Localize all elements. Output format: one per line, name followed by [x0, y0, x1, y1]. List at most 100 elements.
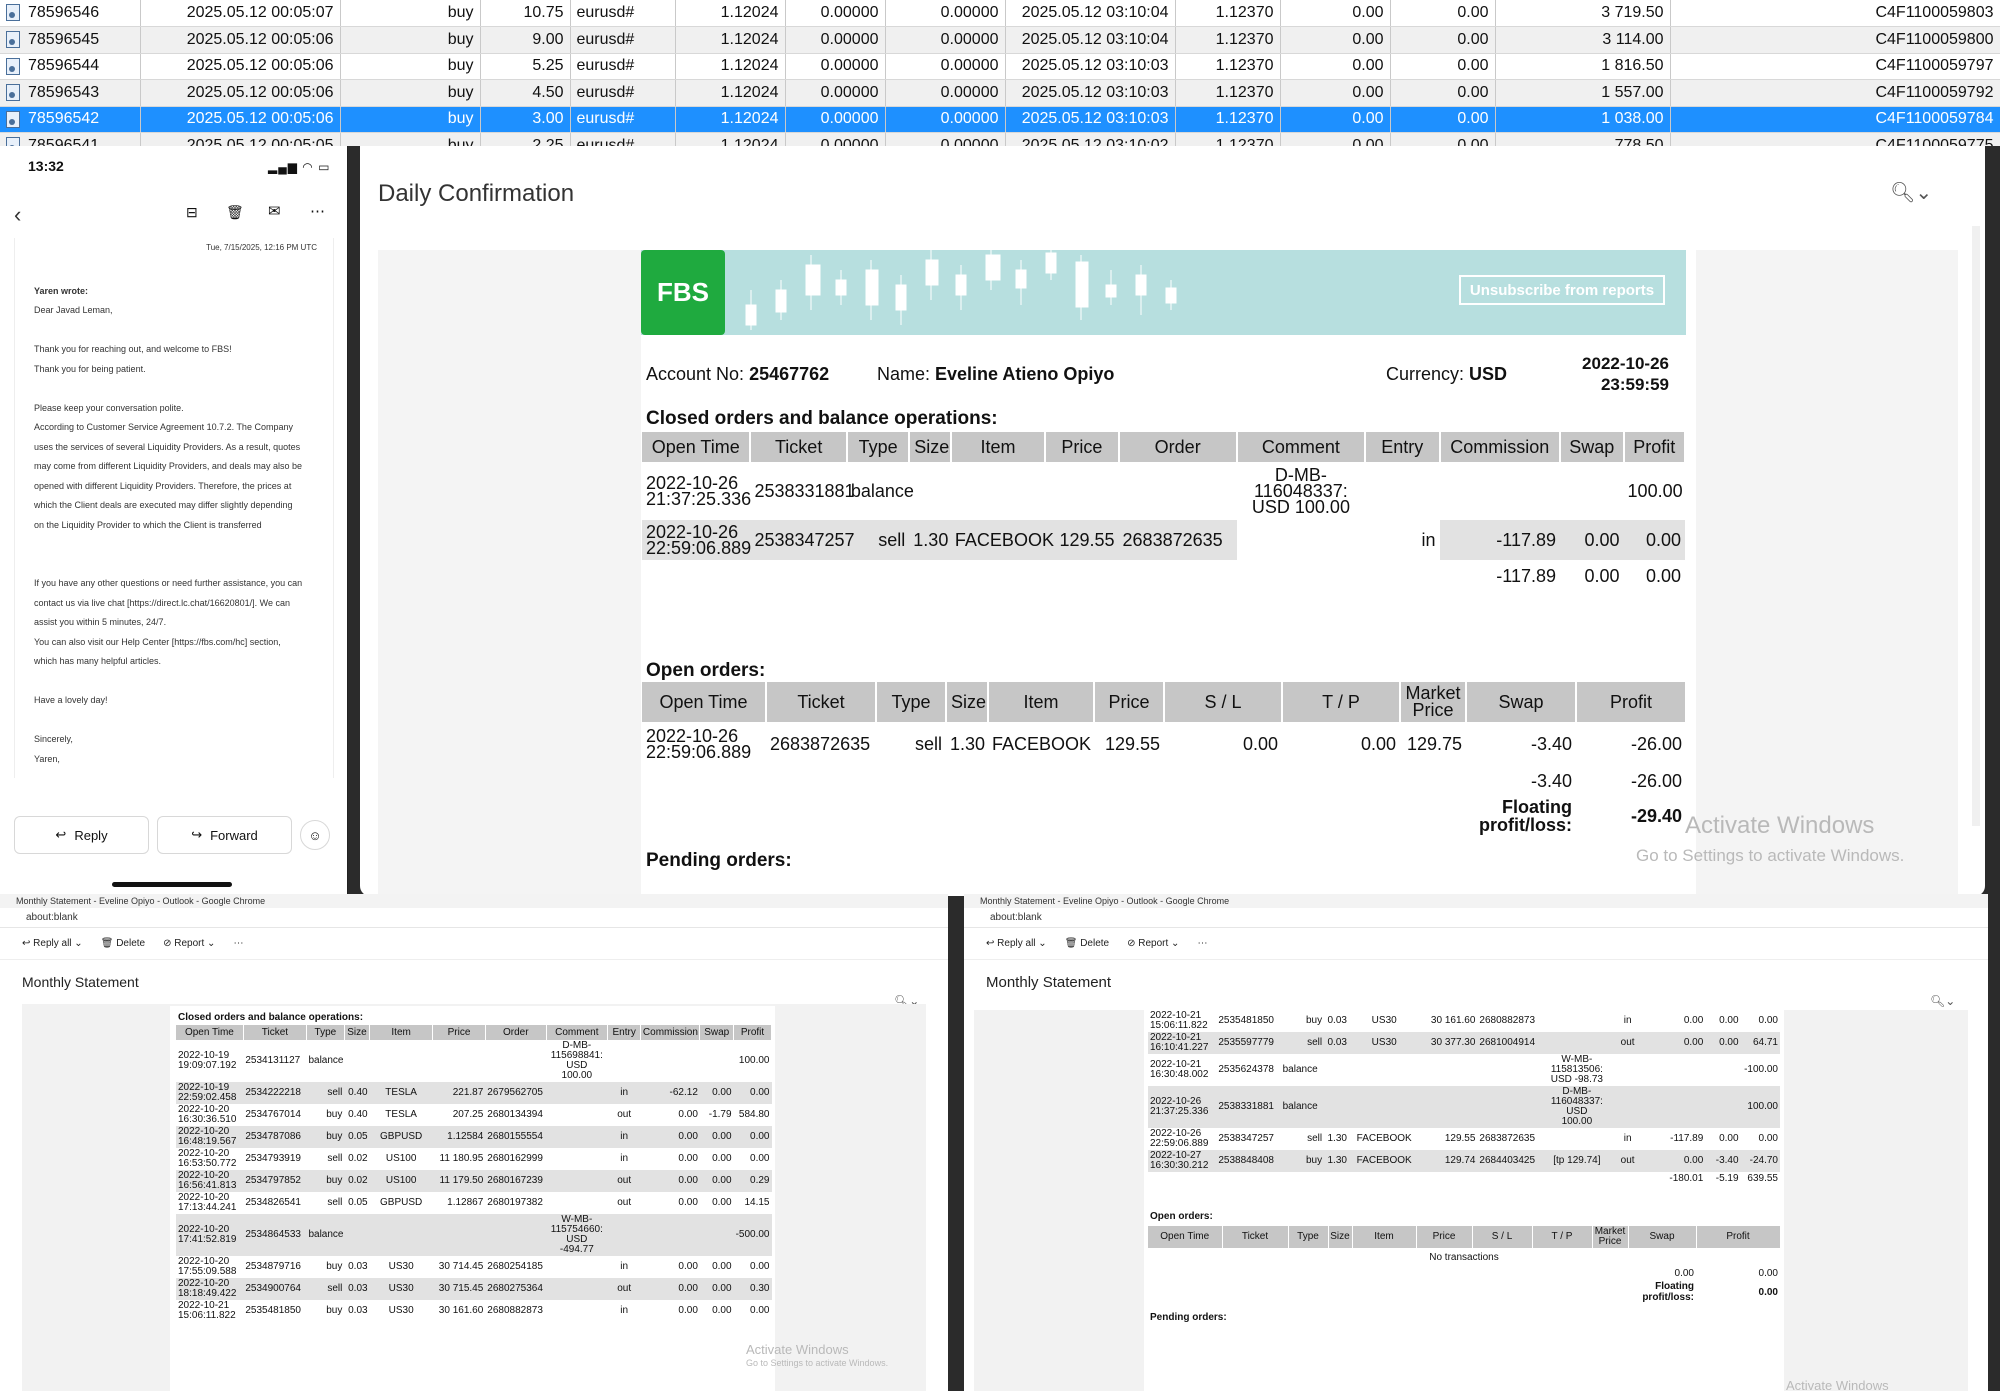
trade-symbol: eurusd# — [570, 0, 676, 27]
trade-row[interactable]: 78596542 2025.05.12 00:05:06 buy 3.00 eurusd… — [0, 106, 2000, 133]
closed-cell — [951, 462, 1045, 520]
statement-cell: 2679562705 — [485, 1082, 547, 1104]
statement-cell — [370, 1040, 433, 1082]
monthly-statement-window-right: Monthly Statement - Eveline Opiyo - Outl… — [964, 894, 1988, 1391]
statement-cell — [1419, 1086, 1478, 1128]
email-line: Please keep your conversation polite. — [34, 402, 184, 413]
mail-icon[interactable]: ✉ — [268, 202, 281, 220]
email-line: Yaren, — [34, 753, 60, 764]
statement-cell: 2022-10-21 15:06:11.822 — [1150, 1010, 1208, 1031]
trade-price: 1.12024 — [675, 26, 786, 54]
statement-cell: 2022-10-26 22:59:06.889 — [1150, 1128, 1209, 1149]
statement-cell: FACEBOOK — [1348, 1150, 1420, 1172]
statement-cell: US30 — [1371, 1015, 1397, 1026]
trash-icon[interactable]: 🗑 — [226, 204, 244, 221]
more-icon[interactable]: ⋯ — [310, 202, 325, 220]
url-bar[interactable]: about:blank — [964, 908, 1988, 928]
statement-row: 2022-10-19 19:09:07.192 2534131127 balance… — [176, 1040, 772, 1082]
trade-comm: 0.00 — [1280, 53, 1391, 80]
statement-cell: in — [620, 1153, 629, 1164]
statement-cell: sell — [306, 1082, 345, 1104]
trade-row[interactable]: 78596545 2025.05.12 00:05:06 buy 9.00 eurusd… — [0, 26, 2000, 54]
statement-total: -180.01 — [1669, 1173, 1704, 1184]
candlestick-decoration — [745, 250, 1177, 330]
back-icon[interactable]: ‹ — [14, 202, 21, 228]
activate-windows-watermark: Activate Windows — [1786, 1378, 1889, 1391]
statement-cell — [1349, 1054, 1419, 1086]
statement-cell: 0.00 — [1758, 1015, 1778, 1026]
statement-cell — [546, 1278, 608, 1300]
statement-cell: sell — [327, 1197, 343, 1208]
closed-header: Size — [909, 432, 952, 462]
trade-symbol: eurusd# — [570, 79, 676, 107]
statement-cell — [546, 1256, 607, 1278]
closed-header: Profit — [1623, 432, 1687, 462]
archive-icon[interactable]: ⊟ — [186, 204, 198, 221]
closed-cell — [909, 462, 951, 520]
trade-row[interactable]: 78596541 2025.05.12 00:05:05 buy 2.25 eurusd… — [0, 132, 2000, 146]
scrollbar[interactable] — [1972, 226, 1980, 826]
statement-cell: 0.00 — [1719, 1015, 1739, 1026]
statement-cell: 2680882873 — [487, 1305, 543, 1316]
statement-cell: D-MB- 116048337: USD 100.00 — [1543, 1086, 1611, 1128]
document-icon — [6, 57, 20, 75]
statement-cell: 30 161.60 — [438, 1305, 484, 1316]
statement-cell: 2535481850 — [245, 1305, 301, 1316]
activate-windows-watermark: Activate Windows — [746, 1342, 849, 1357]
trade-id: C4F1100059803 — [1670, 0, 2000, 27]
report-button[interactable]: ⊘ Report ⌄ — [1127, 938, 1179, 949]
closed-cell — [1236, 520, 1366, 560]
trade-cprice: 1.12370 — [1175, 0, 1281, 27]
delete-button[interactable]: 🗑 Delete — [101, 938, 145, 949]
trade-row[interactable]: 78596544 2025.05.12 00:05:06 buy 5.25 eurusd… — [0, 53, 2000, 80]
statement-cell — [546, 1126, 608, 1148]
trade-price: 1.12024 — [675, 0, 786, 27]
closed-header: Open Time — [642, 432, 752, 462]
account-name: Name: Eveline Atieno Opiyo — [877, 364, 1115, 384]
zoom-icon[interactable]: 🔍︎⌄ — [1930, 994, 1955, 1008]
closed-cell: 2538347257 — [754, 530, 855, 550]
url-bar[interactable]: about:blank — [0, 908, 948, 928]
reply-all-button[interactable]: ↩ Reply all ⌄ — [986, 938, 1047, 949]
email-line: You can also visit our Help Center [http… — [34, 636, 281, 647]
emoji-icon[interactable]: ☺ — [300, 820, 330, 850]
report-button[interactable]: ⊘ Report ⌄ — [163, 938, 215, 949]
forward-button[interactable]: ↪ Forward — [157, 816, 292, 854]
statement-cell — [485, 1040, 546, 1082]
trade-cprice: 1.12370 — [1175, 132, 1281, 146]
trade-row[interactable]: 78596546 2025.05.12 00:05:07 buy 10.75 eurus… — [0, 0, 2000, 27]
reply-button[interactable]: ↩ Reply — [14, 816, 149, 854]
statement-cell — [485, 1214, 547, 1256]
more-icon[interactable]: ⋯ — [233, 938, 243, 949]
open-header: Ticket — [1222, 1226, 1289, 1248]
statement-cell — [344, 1214, 370, 1256]
statement-cell: 129.74 — [1419, 1150, 1478, 1172]
fbs-banner: FBS Unsubscribe from reports — [641, 250, 1686, 335]
statement-cell: 2022-10-21 15:06:11.822 — [178, 1300, 236, 1321]
statement-cell — [546, 1192, 607, 1214]
open-swap-total: 0.00 — [1674, 1268, 1694, 1279]
delete-button[interactable]: 🗑 Delete — [1065, 938, 1109, 949]
trade-profit: 1 557.00 — [1495, 79, 1671, 107]
statement-cell: 221.87 — [432, 1082, 486, 1104]
statement-cell: 2534131127 — [245, 1055, 301, 1066]
open-header: Item — [1352, 1226, 1417, 1248]
statement-cell: 2538331881 — [1216, 1086, 1281, 1128]
statement-cell — [1543, 1032, 1611, 1054]
trade-symbol: eurusd# — [570, 106, 676, 133]
unsubscribe-button[interactable]: Unsubscribe from reports — [1459, 275, 1665, 305]
statement-cell: 2681004914 — [1477, 1032, 1544, 1054]
activate-windows-watermark: Activate Windows — [1685, 812, 1875, 839]
trade-type: buy — [340, 53, 481, 80]
reply-all-button[interactable]: ↩ Reply all ⌄ — [22, 938, 83, 949]
statement-row: 2022-10-21 15:06:11.822 2535481850 buy 0.03… — [1148, 1010, 1780, 1032]
trade-row[interactable]: 78596543 2025.05.12 00:05:06 buy 4.50 eurusd… — [0, 79, 2000, 107]
statement-cell: 0.00 — [1758, 1133, 1778, 1144]
more-icon[interactable]: ⋯ — [1197, 938, 1207, 949]
statement-cell: GBPUSD — [369, 1126, 433, 1148]
statement-cell: 0.05 — [344, 1126, 370, 1148]
closed-cell — [1045, 462, 1118, 520]
statement-cell: 0.00 — [1645, 1032, 1706, 1054]
statement-cell: 0.00 — [1719, 1133, 1739, 1144]
zoom-icon[interactable]: 🔍︎⌄ — [1890, 180, 1932, 205]
